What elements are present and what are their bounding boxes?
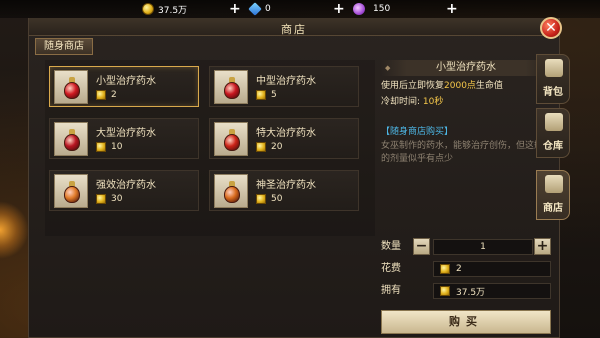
price-value: 20: [271, 142, 283, 152]
gold-coin-icon: [440, 264, 450, 274]
quantity-label: 数量: [381, 241, 401, 252]
gold-currency: 37.5万: [142, 2, 187, 16]
crystal-amount: 150: [373, 4, 391, 14]
gem-icon: [248, 2, 262, 16]
item-price: 30: [96, 194, 122, 204]
item-name: 强效治疗药水: [96, 180, 156, 191]
tab-portable-shop[interactable]: 随身商店: [35, 38, 93, 55]
close-button[interactable]: ✕: [540, 17, 562, 39]
price-value: 5: [271, 90, 277, 100]
item-slot-small-potion[interactable]: 小型治疗药水 2: [49, 66, 199, 107]
item-thumbnail: [54, 122, 88, 156]
price-value: 50: [271, 194, 283, 204]
detail-title: 小型治疗药水: [381, 60, 551, 76]
quantity-minus-button[interactable]: −: [413, 238, 430, 255]
tab-warehouse[interactable]: 仓库: [536, 108, 570, 158]
item-slot-medium-potion[interactable]: 中型治疗药水 5: [209, 66, 359, 107]
effect-amount: 2000点: [444, 81, 476, 91]
cooldown-label: 冷却时间:: [381, 97, 421, 107]
item-price: 10: [96, 142, 122, 152]
detail-effect: 使用后立即恢复2000点生命值: [381, 80, 551, 92]
item-slot-strong-potion[interactable]: 强效治疗药水 30: [49, 170, 199, 211]
cost-value: 2: [456, 264, 462, 274]
gold-coin-icon: [96, 142, 106, 152]
price-value: 2: [111, 90, 117, 100]
gem-amount: 0: [265, 4, 271, 14]
owned-box: 37.5万: [433, 283, 551, 299]
item-detail: 小型治疗药水 使用后立即恢复2000点生命值 冷却时间: 10秒 【随身商店购买…: [381, 60, 551, 166]
tab-label: 仓库: [543, 141, 563, 152]
item-thumbnail: [54, 174, 88, 208]
potion-bottle-icon: [224, 129, 240, 151]
add-crystal-button[interactable]: +: [446, 1, 458, 17]
item-grid: 小型治疗药水 2 中型治疗药水 5 大型治疗药水 10 特大治疗药水 20 强效…: [45, 60, 375, 236]
backpack-icon: [545, 59, 563, 77]
item-price: 5: [256, 90, 277, 100]
tab-shop[interactable]: 商店: [536, 170, 570, 220]
potion-bottle-icon: [64, 181, 80, 203]
buy-button[interactable]: 购买: [381, 310, 551, 334]
potion-bottle-icon: [224, 181, 240, 203]
currency-bar: 37.5万 + 0 + 150 +: [0, 0, 600, 18]
item-price: 20: [256, 142, 282, 152]
item-slot-large-potion[interactable]: 大型治疗药水 10: [49, 118, 199, 159]
item-name: 中型治疗药水: [256, 76, 316, 87]
tab-backpack[interactable]: 背包: [536, 54, 570, 104]
effect-suffix: 生命值: [475, 81, 503, 91]
gold-coin-icon: [142, 3, 154, 15]
detail-source: 【随身商店购买】: [381, 127, 454, 137]
gold-coin-icon: [96, 194, 106, 204]
quantity-row: 数量 − 1 +: [381, 238, 551, 256]
crystal-currency: 150: [353, 2, 390, 16]
background-fire-glow: [0, 200, 28, 260]
quantity-input[interactable]: 1: [433, 239, 533, 255]
close-icon: ✕: [545, 20, 557, 36]
panel-title-bar: 商店: [29, 18, 559, 36]
add-gold-button[interactable]: +: [229, 1, 241, 17]
owned-value: 37.5万: [456, 287, 486, 298]
cost-label: 花费: [381, 263, 401, 274]
gold-coin-icon: [96, 90, 106, 100]
cooldown-value: 10秒: [422, 97, 444, 107]
detail-cooldown: 冷却时间: 10秒: [381, 96, 551, 108]
effect-prefix: 使用后立即恢复: [381, 81, 445, 91]
chest-icon: [545, 113, 563, 131]
potion-bottle-icon: [224, 77, 240, 99]
gold-coin-icon: [256, 90, 266, 100]
item-name: 神圣治疗药水: [256, 180, 316, 191]
shop-panel: 商店 随身商店 小型治疗药水 2 中型治疗药水 5 大型治疗药水 10 特大治疗…: [28, 18, 560, 338]
item-price: 50: [256, 194, 282, 204]
price-value: 10: [111, 142, 123, 152]
add-gem-button[interactable]: +: [333, 1, 345, 17]
potion-bottle-icon: [64, 129, 80, 151]
shop-icon: [545, 175, 563, 193]
item-name: 小型治疗药水: [96, 76, 156, 87]
price-value: 30: [111, 194, 123, 204]
item-thumbnail: [214, 70, 248, 104]
crystal-icon: [353, 3, 365, 15]
gold-amount: 37.5万: [158, 5, 188, 16]
detail-description: 女巫制作的药水，能够治疗创伤，但这瓶的剂量似乎有点少: [381, 141, 544, 164]
item-thumbnail: [214, 174, 248, 208]
tab-label: 商店: [543, 203, 563, 214]
owned-row: 拥有 37.5万: [381, 282, 551, 300]
gold-coin-icon: [440, 286, 450, 296]
owned-label: 拥有: [381, 285, 401, 296]
item-slot-xlarge-potion[interactable]: 特大治疗药水 20: [209, 118, 359, 159]
gem-currency: 0: [248, 2, 271, 16]
cost-row: 花费 2: [381, 260, 551, 278]
panel-title: 商店: [281, 23, 307, 36]
item-name: 特大治疗药水: [256, 128, 316, 139]
gold-coin-icon: [256, 142, 266, 152]
item-name: 大型治疗药水: [96, 128, 156, 139]
item-slot-holy-potion[interactable]: 神圣治疗药水 50: [209, 170, 359, 211]
item-thumbnail: [214, 122, 248, 156]
item-thumbnail: [54, 70, 88, 104]
quantity-plus-button[interactable]: +: [534, 238, 551, 255]
cost-box: 2: [433, 261, 551, 277]
tab-label: 背包: [543, 87, 563, 98]
gold-coin-icon: [256, 194, 266, 204]
potion-bottle-icon: [64, 77, 80, 99]
item-price: 2: [96, 90, 117, 100]
